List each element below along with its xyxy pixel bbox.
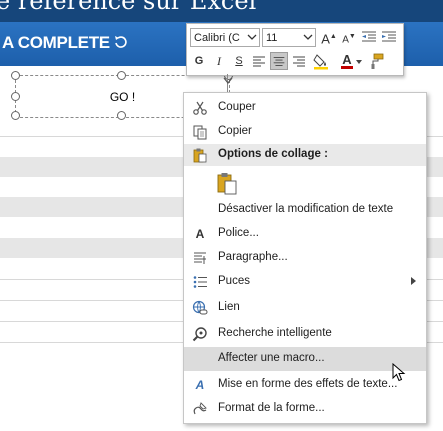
- paragraph-icon: [194, 252, 206, 264]
- rotate-handle-icon[interactable]: [113, 34, 129, 50]
- sheet-header-text: A COMPLETE: [2, 33, 110, 52]
- menu-item-copy[interactable]: Copier: [184, 120, 426, 144]
- font-color-label: A: [342, 52, 352, 67]
- scissors-icon: [193, 101, 207, 115]
- chevron-down-icon: [247, 34, 257, 40]
- smart-lookup-icon: [192, 327, 207, 342]
- menu-item-disable-text-edit[interactable]: Désactiver la modification de texte: [184, 198, 426, 222]
- shrink-font-button[interactable]: A▼: [340, 28, 358, 46]
- grow-font-label: A: [321, 31, 330, 47]
- resize-handle[interactable]: [11, 111, 20, 120]
- menu-item-label: Affecter une macro...: [218, 352, 325, 364]
- resize-handle[interactable]: [117, 111, 126, 120]
- resize-handle[interactable]: [11, 71, 20, 80]
- align-center-icon[interactable]: [270, 52, 288, 70]
- decrease-indent-icon[interactable]: [360, 28, 378, 46]
- menu-item-text-effects[interactable]: A Mise en forme des effets de texte...: [184, 373, 426, 397]
- paste-options-header: Options de collage :: [184, 144, 426, 166]
- menu-item-label: Puces: [218, 275, 250, 287]
- menu-item-label: Couper: [218, 101, 256, 113]
- menu-item-format-shape[interactable]: Format de la forme...: [184, 397, 426, 421]
- format-shape-icon: [193, 402, 207, 415]
- bold-button[interactable]: G: [190, 52, 208, 70]
- menu-item-label: Copier: [218, 125, 252, 137]
- chevron-down-icon: [303, 34, 313, 40]
- menu-item-smart-lookup[interactable]: Recherche intelligente: [184, 322, 426, 346]
- menu-item-bullets[interactable]: Puces: [184, 270, 426, 294]
- sheet-title-text: e référence sur Excel: [0, 0, 257, 15]
- format-painter-icon[interactable]: [367, 52, 385, 70]
- font-size-value: 11: [266, 32, 278, 44]
- menu-item-assign-macro[interactable]: Affecter une macro...: [184, 347, 426, 371]
- resize-handle[interactable]: [11, 92, 20, 101]
- align-right-icon[interactable]: [290, 52, 308, 70]
- paste-icon: [217, 173, 237, 195]
- chevron-down-icon[interactable]: [355, 58, 363, 66]
- bullets-icon: [193, 276, 207, 288]
- font-size-combo[interactable]: 11: [262, 28, 316, 47]
- chevron-down-icon: [223, 77, 233, 84]
- context-menu: Couper Copier Options de collage : Désac…: [183, 92, 427, 424]
- paste-options-label: Options de collage :: [218, 148, 328, 160]
- align-left-icon[interactable]: [250, 52, 268, 70]
- menu-item-label: Format de la forme...: [218, 402, 325, 414]
- menu-item-link[interactable]: Lien: [184, 296, 426, 320]
- font-name-value: Calibri (C: [194, 32, 240, 44]
- font-color-button[interactable]: A: [338, 51, 356, 69]
- grow-font-button[interactable]: A▲: [320, 28, 338, 46]
- copy-icon: [193, 125, 207, 140]
- resize-handle[interactable]: [117, 71, 126, 80]
- menu-item-label: Paragraphe...: [218, 251, 288, 263]
- link-icon: [192, 300, 208, 315]
- paste-option-keep-source[interactable]: [184, 169, 426, 197]
- menu-item-cut[interactable]: Couper: [184, 96, 426, 120]
- submenu-arrow-icon: [411, 277, 416, 285]
- menu-item-label: Désactiver la modification de texte: [218, 203, 394, 215]
- font-color-swatch: [341, 66, 353, 69]
- font-name-combo[interactable]: Calibri (C: [190, 28, 260, 47]
- menu-item-label: Police...: [218, 227, 259, 239]
- clipboard-icon: [193, 148, 207, 163]
- text-effects-icon: A: [195, 378, 205, 392]
- font-icon: A: [195, 227, 205, 241]
- sheet-title-strip: e référence sur Excel: [0, 0, 443, 22]
- fill-color-icon[interactable]: [312, 52, 330, 70]
- menu-item-label: Lien: [218, 301, 240, 313]
- increase-indent-icon[interactable]: [380, 28, 398, 46]
- shrink-font-label: A: [342, 34, 349, 46]
- menu-item-label: Recherche intelligente: [218, 327, 332, 339]
- menu-item-label: Mise en forme des effets de texte...: [218, 378, 398, 390]
- menu-item-font[interactable]: A Police...: [184, 222, 426, 246]
- menu-item-paragraph[interactable]: Paragraphe...: [184, 246, 426, 270]
- underline-button[interactable]: S: [230, 52, 248, 70]
- mouse-pointer-icon: [392, 363, 406, 382]
- mini-toolbar: Calibri (C 11 A▲ A▼ G I S A: [186, 23, 404, 76]
- italic-button[interactable]: I: [210, 52, 228, 70]
